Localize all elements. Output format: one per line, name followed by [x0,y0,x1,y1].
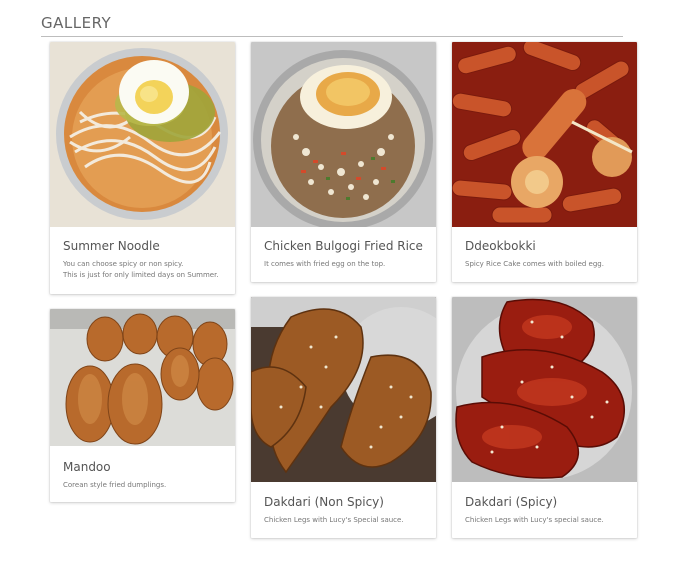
item-title[interactable]: Mandoo [63,460,111,474]
item-title[interactable]: Dakdari (Non Spicy) [264,495,384,509]
item-description: Chicken Legs with Lucy's Special sauce. [264,516,404,524]
dakdari-spicy-photo[interactable] [452,297,637,482]
gallery-card-mandoo[interactable]: Mandoo Corean style fried dumplings. [50,309,235,502]
item-description: It comes with fried egg on the top. [264,260,386,268]
dakdari-non-spicy-photo[interactable] [251,297,436,482]
mandoo-photo[interactable] [50,309,235,446]
item-description: Spicy Rice Cake comes with boiled egg. [465,260,604,268]
item-title[interactable]: Chicken Bulgogi Fried Rice [264,239,423,253]
item-description: Corean style fried dumplings. [63,481,167,489]
item-title[interactable]: Summer Noodle [63,239,160,253]
gallery-card-fried-rice[interactable]: Chicken Bulgogi Fried Rice It comes with… [251,42,436,282]
item-title[interactable]: Dakdari (Spicy) [465,495,557,509]
fried-rice-photo[interactable] [251,42,436,227]
gallery-card-ddeokbokki[interactable]: Ddeokbokki Spicy Rice Cake comes with bo… [452,42,637,282]
item-description: Chicken Legs with Lucy's special sauce. [465,516,604,524]
gallery-card-summer-noodle[interactable]: Summer Noodle You can choose spicy or no… [50,42,235,294]
ddeokbokki-photo[interactable] [452,42,637,227]
page-title: GALLERY [41,14,112,32]
summer-noodle-photo[interactable] [50,42,235,227]
gallery-card-dakdari-non-spicy[interactable]: Dakdari (Non Spicy) Chicken Legs with Lu… [251,297,436,538]
title-divider [41,36,623,37]
item-description: You can choose spicy or non spicy. This … [63,260,219,279]
item-title[interactable]: Ddeokbokki [465,239,536,253]
gallery-card-dakdari-spicy[interactable]: Dakdari (Spicy) Chicken Legs with Lucy's… [452,297,637,538]
